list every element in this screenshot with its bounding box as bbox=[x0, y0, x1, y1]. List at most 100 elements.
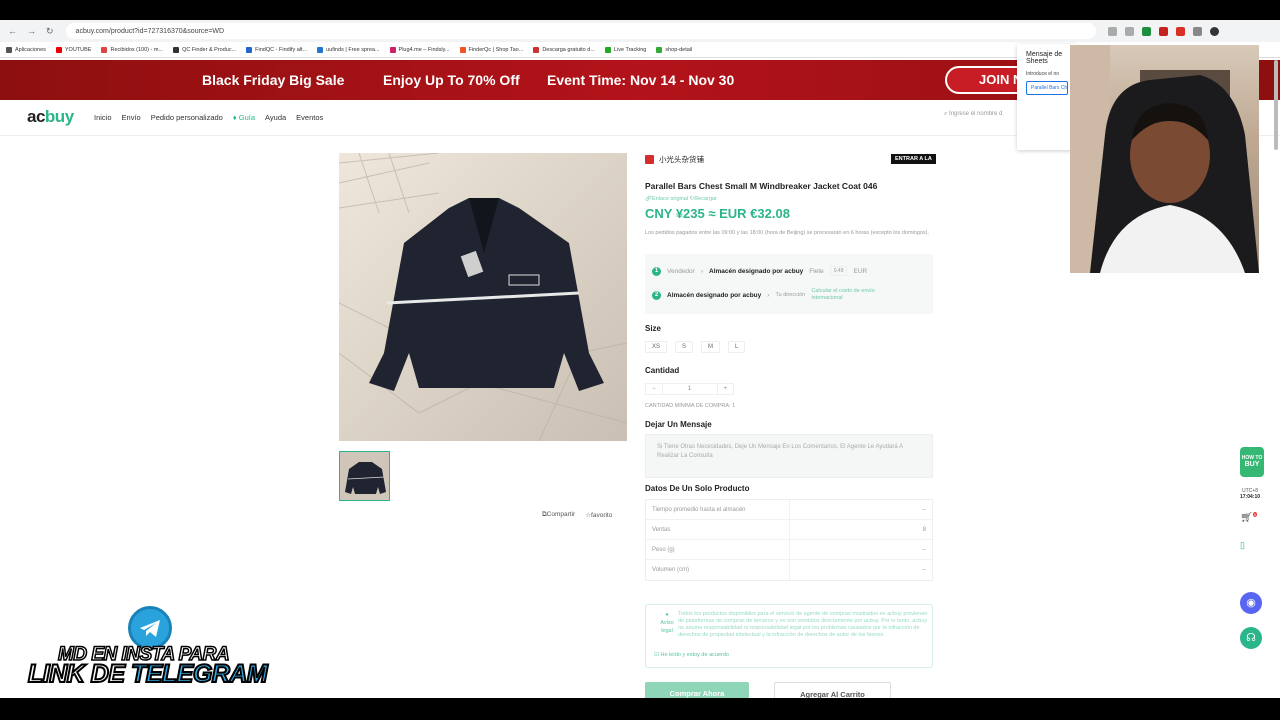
chevron-right-icon: › bbox=[700, 267, 704, 275]
link-icon bbox=[459, 46, 466, 53]
size-option-s[interactable]: S bbox=[675, 341, 694, 353]
legal-agree-checkbox[interactable]: ☑ He leído y estoy de acuerdo bbox=[654, 652, 729, 658]
bookmark-shop-detail[interactable]: shop-detail bbox=[656, 46, 692, 53]
popup-subtitle: Introduce el no bbox=[1026, 71, 1060, 77]
nav-eventos[interactable]: Eventos bbox=[296, 113, 323, 122]
product-links: 🔗︎Enlace original ↻Recargar bbox=[645, 196, 717, 202]
how-to-buy-widget[interactable]: HOW TO BUY bbox=[1240, 447, 1264, 477]
youtube-icon bbox=[55, 46, 62, 53]
bottom-black-bar bbox=[0, 698, 1280, 720]
product-thumbnail[interactable] bbox=[339, 451, 390, 501]
search-input[interactable]: ⌕ Ingrese el nombre d bbox=[944, 111, 1002, 118]
quantity-decrease-button[interactable]: − bbox=[646, 384, 662, 394]
bookmark-uufinds[interactable]: uufinds | Free sprea... bbox=[317, 46, 380, 53]
extension-icon[interactable] bbox=[1175, 26, 1185, 36]
link-icon: 🔗︎ bbox=[645, 196, 652, 202]
link-icon bbox=[533, 46, 540, 53]
browser-toolbar: ← → ↻ acbuy.com/product?id=727316370&sou… bbox=[0, 20, 1280, 42]
quantity-input[interactable]: 1 bbox=[661, 384, 718, 394]
cart-icon[interactable]: 🛒︎0 bbox=[1240, 512, 1257, 523]
main-menu: Inicio Envío Pedido personalizado ♦ Guía… bbox=[94, 113, 323, 122]
discord-button[interactable]: ◉ bbox=[1240, 592, 1262, 614]
clock-widget: UTC+8 17:04:10 bbox=[1240, 488, 1261, 500]
reload-icon[interactable]: ↻ bbox=[46, 26, 54, 37]
quantity-stepper: − 1 + bbox=[645, 383, 735, 395]
address-bar[interactable]: acbuy.com/product?id=727316370&source=WD bbox=[65, 23, 1096, 39]
puzzle-icon[interactable] bbox=[1192, 26, 1202, 36]
store-name[interactable]: 小光头杂货铺 bbox=[659, 154, 704, 165]
message-textarea[interactable]: Si Tiene Otras Necesidades, Deje Un Mens… bbox=[645, 434, 933, 478]
gmail-icon bbox=[101, 46, 108, 53]
nav-pedido-personalizado[interactable]: Pedido personalizado bbox=[151, 113, 223, 122]
support-button[interactable]: ☊ bbox=[1240, 627, 1262, 649]
calc-shipping-link[interactable]: Calcular el costo de envío internacional bbox=[811, 288, 906, 302]
nav-envio[interactable]: Envío bbox=[122, 113, 141, 122]
bookmark-descarga[interactable]: Descarga gratuito d... bbox=[533, 46, 595, 53]
extensions bbox=[1107, 26, 1219, 36]
shipping-row-1: 1 Vendedor › Almacén designado por acbuy… bbox=[652, 266, 867, 276]
star-icon[interactable] bbox=[1124, 26, 1134, 36]
chevron-right-icon: › bbox=[767, 291, 770, 299]
extension-icon[interactable] bbox=[1158, 26, 1168, 36]
legal-heading: ● Aviso legal bbox=[660, 612, 674, 634]
size-options: XS S M L bbox=[645, 341, 746, 353]
favorite-button[interactable]: ☆favorito bbox=[585, 511, 612, 519]
forward-icon[interactable]: → bbox=[27, 26, 36, 37]
nav-ayuda[interactable]: Ayuda bbox=[265, 113, 286, 122]
link-icon bbox=[246, 46, 253, 53]
headset-icon: ☊ bbox=[1240, 627, 1262, 649]
nav-inicio[interactable]: Inicio bbox=[94, 113, 112, 122]
shipping-row-2: 2 Almacén designado por acbuy › Tu direc… bbox=[652, 288, 906, 302]
product-price: CNY ¥235 ≈ EUR €32.08 bbox=[645, 206, 790, 221]
share-button[interactable]: ⧉Compartir bbox=[542, 511, 575, 519]
table-row: Volumen (cm) -- bbox=[646, 560, 932, 580]
store-icon bbox=[645, 155, 654, 164]
size-option-l[interactable]: L bbox=[728, 341, 746, 353]
bookmark-findqc[interactable]: FindQC - Findify alt... bbox=[246, 46, 307, 53]
apps-icon bbox=[6, 46, 12, 53]
table-row: Peso (g) -- bbox=[646, 540, 932, 560]
bookmark-apps[interactable]: Aplicaciones bbox=[6, 46, 46, 53]
profile-avatar-icon[interactable] bbox=[1209, 26, 1219, 36]
webcam-overlay bbox=[1070, 45, 1259, 273]
link-icon bbox=[317, 46, 324, 53]
bookmark-gmail[interactable]: Recibidos (100) - m... bbox=[101, 46, 163, 53]
link-icon bbox=[604, 46, 611, 53]
reload-link[interactable]: ↻Recargar bbox=[690, 196, 717, 202]
size-option-m[interactable]: M bbox=[701, 341, 721, 353]
acbuy-logo[interactable]: acbuy bbox=[27, 107, 74, 127]
back-icon[interactable]: ← bbox=[8, 26, 17, 37]
original-link[interactable]: 🔗︎Enlace original bbox=[645, 196, 688, 202]
overlay-line-2: LINK DE TELEGRAM bbox=[27, 659, 269, 689]
jacket-thumbnail-image bbox=[345, 462, 386, 494]
banner-sale-text: Black Friday Big Sale bbox=[202, 72, 345, 88]
table-row: Ventas 8 bbox=[646, 520, 932, 540]
bookmark-live-tracking[interactable]: Live Tracking bbox=[604, 46, 646, 53]
popup-title: Mensaje de Sheets bbox=[1026, 51, 1063, 65]
product-main-image[interactable] bbox=[339, 153, 627, 441]
sheets-extension-icon[interactable] bbox=[1141, 26, 1151, 36]
banner-discount-text: Enjoy Up To 70% Off bbox=[383, 72, 520, 88]
jacket-image bbox=[339, 153, 627, 441]
bookmark-finderqc[interactable]: FinderQc | Shop Tao... bbox=[459, 46, 523, 53]
legal-text: Todos los productos disponibles para el … bbox=[678, 611, 928, 638]
page-scrollbar[interactable] bbox=[1274, 60, 1278, 150]
store-info: 小光头杂货铺 bbox=[645, 154, 704, 165]
bookmark-youtube[interactable]: YOUTUBE bbox=[55, 46, 91, 53]
browser-nav: ← → ↻ bbox=[0, 26, 54, 37]
step-badge: 1 bbox=[652, 266, 661, 276]
orders-icon[interactable]: ▯ bbox=[1240, 540, 1245, 551]
nav-guia[interactable]: ♦ Guía bbox=[233, 113, 255, 122]
quantity-increase-button[interactable]: + bbox=[718, 384, 734, 394]
bookmark-plug4me[interactable]: Plug4.me – Findsly... bbox=[389, 46, 450, 53]
zoom-icon[interactable] bbox=[1107, 26, 1117, 36]
processing-note: Los pedidos pagados entre las 09:00 y la… bbox=[645, 230, 930, 236]
banner-event-text: Event Time: Nov 14 - Nov 30 bbox=[547, 72, 735, 88]
bookmark-qcfinder[interactable]: QC Finder & Produc... bbox=[173, 46, 236, 53]
size-option-xs[interactable]: XS bbox=[645, 341, 668, 353]
discord-icon: ◉ bbox=[1240, 592, 1262, 614]
popup-input[interactable]: Parallel Bars Ch bbox=[1026, 81, 1068, 95]
product-title: Parallel Bars Chest Small M Windbreaker … bbox=[645, 181, 878, 191]
shipping-info: 1 Vendedor › Almacén designado por acbuy… bbox=[645, 254, 933, 314]
enter-store-button[interactable]: ENTRAR A LA bbox=[891, 154, 936, 164]
